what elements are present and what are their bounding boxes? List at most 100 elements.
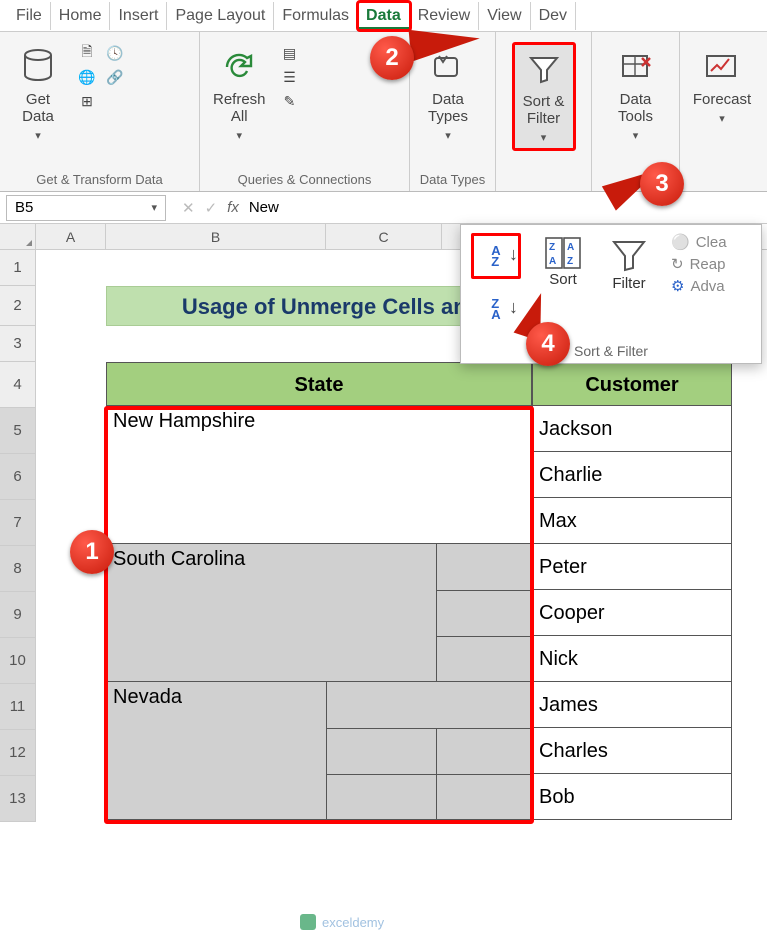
row-header-11[interactable]: 11: [0, 684, 35, 730]
row-header-7[interactable]: 7: [0, 500, 35, 546]
sort-descending-button[interactable]: ZA ↓: [471, 289, 521, 329]
row-header-10[interactable]: 10: [0, 638, 35, 684]
formula-value[interactable]: New: [249, 199, 279, 216]
data-types-label: Data Types: [428, 91, 468, 125]
callout-1: 1: [70, 530, 114, 574]
cancel-icon[interactable]: ✕: [182, 199, 195, 217]
queries-sub-icons: ▤ ☰ ✎: [279, 42, 301, 112]
database-icon: [18, 47, 58, 87]
edit-links-icon[interactable]: ✎: [279, 90, 301, 112]
tab-home[interactable]: Home: [51, 2, 111, 30]
group-label-queries: Queries & Connections: [206, 170, 403, 191]
sort-az-icon: AZ ↓: [478, 238, 514, 274]
row-header-9[interactable]: 9: [0, 592, 35, 638]
tab-view[interactable]: View: [479, 2, 530, 30]
group-label-sortfilter: [500, 181, 587, 187]
chevron-down-icon: ▾: [633, 129, 639, 142]
callout-3: 3: [640, 162, 684, 206]
group-label-datatypes: Data Types: [416, 170, 489, 191]
forecast-icon: [702, 47, 742, 87]
cell-state-1[interactable]: New Hampshire: [106, 406, 532, 544]
get-data-sub-icons-2: 🕓 🔗: [104, 42, 126, 88]
cell-customer-6[interactable]: Nick: [532, 636, 732, 682]
sort-filter-button[interactable]: Sort & Filter ▾: [512, 42, 576, 151]
tab-data[interactable]: Data: [358, 2, 410, 30]
select-all-corner[interactable]: [0, 224, 36, 249]
advanced-icon: ⚙: [671, 277, 684, 295]
callout-4: 4: [526, 322, 570, 366]
reapply-filter-button[interactable]: ↻Reap: [671, 255, 727, 273]
svg-text:Z: Z: [567, 256, 573, 267]
cell-state-2[interactable]: South Carolina: [106, 544, 532, 682]
cell-customer-8[interactable]: Charles: [532, 728, 732, 774]
get-data-button[interactable]: Get Data ▾: [6, 42, 70, 147]
tab-developer[interactable]: Dev: [531, 2, 576, 30]
sort-filter-label: Sort & Filter: [523, 93, 565, 127]
forecast-button[interactable]: Forecast ▾: [686, 42, 758, 130]
header-customer[interactable]: Customer: [532, 362, 732, 406]
forecast-label: Forecast: [693, 91, 751, 108]
existing-conn-icon[interactable]: 🔗: [104, 66, 126, 88]
row-header-6[interactable]: 6: [0, 454, 35, 500]
watermark: exceldemy: [300, 914, 384, 930]
cell-customer-1[interactable]: Jackson: [532, 406, 732, 452]
svg-text:A: A: [549, 256, 556, 267]
svg-text:A: A: [567, 242, 574, 253]
watermark-logo-icon: [300, 914, 316, 930]
row-header-5[interactable]: 5: [0, 408, 35, 454]
queries-icon[interactable]: ▤: [279, 42, 301, 64]
refresh-icon: [219, 47, 259, 87]
from-web-icon[interactable]: 🌐: [76, 66, 98, 88]
sort-dialog-icon: ZAAZ: [543, 235, 583, 271]
cell-customer-5[interactable]: Cooper: [532, 590, 732, 636]
dropdown-group-label: Sort & Filter: [471, 343, 751, 359]
cell-customer-9[interactable]: Bob: [532, 774, 732, 820]
refresh-all-button[interactable]: Refresh All ▾: [206, 42, 273, 147]
cell-customer-3[interactable]: Max: [532, 498, 732, 544]
col-header-C[interactable]: C: [326, 224, 442, 249]
filter-button[interactable]: Filter: [605, 233, 653, 294]
group-label-get-transform: Get & Transform Data: [6, 170, 193, 191]
row-header-12[interactable]: 12: [0, 730, 35, 776]
chevron-down-icon: ▾: [719, 112, 725, 125]
properties-icon[interactable]: ☰: [279, 66, 301, 88]
cell-customer-2[interactable]: Charlie: [532, 452, 732, 498]
fx-icon[interactable]: fx: [227, 199, 239, 216]
chevron-down-icon: ▾: [445, 129, 451, 142]
refresh-all-label: Refresh All: [213, 91, 266, 125]
recent-sources-icon[interactable]: 🕓: [104, 42, 126, 64]
row-header-3[interactable]: 3: [0, 326, 35, 362]
clear-filter-button[interactable]: ⚪Clea: [671, 233, 727, 251]
clear-icon: ⚪: [671, 233, 690, 251]
sort-za-icon: ZA ↓: [478, 291, 514, 327]
tab-insert[interactable]: Insert: [110, 2, 167, 30]
from-text-icon[interactable]: 🗎: [76, 42, 98, 64]
tab-formulas[interactable]: Formulas: [274, 2, 358, 30]
chevron-down-icon: ▾: [541, 131, 547, 144]
name-box[interactable]: B5 ▾: [6, 195, 166, 221]
row-header-4[interactable]: 4: [0, 362, 35, 408]
cell-state-3[interactable]: Nevada: [106, 682, 532, 820]
data-tools-button[interactable]: Data Tools ▾: [604, 42, 668, 147]
row-header-1[interactable]: 1: [0, 250, 35, 286]
sort-dialog-button[interactable]: ZAAZ Sort: [539, 233, 587, 290]
col-header-A[interactable]: A: [36, 224, 106, 249]
cell-customer-7[interactable]: James: [532, 682, 732, 728]
tab-page-layout[interactable]: Page Layout: [167, 2, 274, 30]
row-header-8[interactable]: 8: [0, 546, 35, 592]
get-data-sub-icons: 🗎 🌐 ⊞: [76, 42, 98, 112]
row-header-2[interactable]: 2: [0, 286, 35, 326]
enter-icon[interactable]: ✓: [205, 199, 218, 217]
chevron-down-icon: ▾: [237, 129, 243, 142]
tab-file[interactable]: File: [8, 2, 51, 30]
chevron-down-icon: ▾: [35, 129, 41, 142]
header-state[interactable]: State: [106, 362, 532, 406]
data-tools-icon: [616, 47, 656, 87]
row-header-13[interactable]: 13: [0, 776, 35, 822]
from-table-icon[interactable]: ⊞: [76, 90, 98, 112]
col-header-B[interactable]: B: [106, 224, 326, 249]
advanced-filter-button[interactable]: ⚙Adva: [671, 277, 727, 295]
sort-ascending-button[interactable]: AZ ↓: [471, 233, 521, 279]
svg-text:Z: Z: [549, 242, 555, 253]
cell-customer-4[interactable]: Peter: [532, 544, 732, 590]
